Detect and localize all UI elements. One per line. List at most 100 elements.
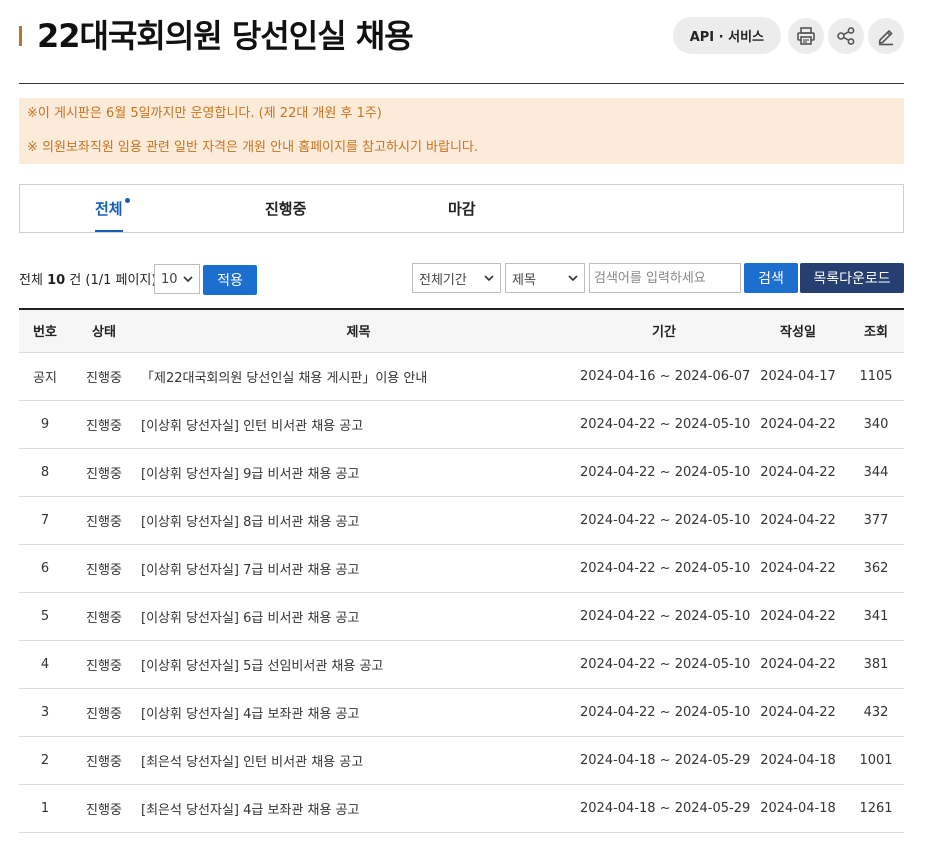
search-input[interactable] (589, 263, 741, 293)
notice-box: ※이 게시판은 6월 5일까지만 운영합니다. (제 22대 개원 후 1주) … (19, 98, 904, 164)
page-title: 22대국회의원 당선인실 채용 (37, 17, 414, 55)
cell-status: 진행중 (71, 352, 137, 401)
apply-button[interactable]: 적용 (203, 265, 257, 295)
cell-period: 2024-04-18 ~ 2024-05-29 (580, 784, 750, 833)
period-select[interactable]: 전체기간 (412, 263, 501, 293)
chevron-down-icon (484, 275, 494, 282)
title-accent-bar (19, 26, 22, 46)
cell-title-link[interactable]: [이상휘 당선자실] 7급 비서관 채용 공고 (137, 544, 580, 593)
table-row[interactable]: 7 진행중 [이상휘 당선자실] 8급 비서관 채용 공고 2024-04-22… (19, 496, 904, 545)
table-row[interactable]: 1 진행중 [최은석 당선자실] 4급 보좌관 채용 공고 2024-04-18… (19, 784, 904, 833)
cell-no: 2 (19, 736, 71, 785)
table-row[interactable]: 8 진행중 [이상휘 당선자실] 9급 비서관 채용 공고 2024-04-22… (19, 448, 904, 497)
cell-title-link[interactable]: [최은석 당선자실] 4급 보좌관 채용 공고 (137, 784, 580, 833)
cell-period: 2024-04-22 ~ 2024-05-10 (580, 448, 750, 497)
cell-status: 진행중 (71, 496, 137, 545)
cell-period: 2024-04-22 ~ 2024-05-10 (580, 544, 750, 593)
cell-date: 2024-04-22 (748, 448, 848, 497)
cell-date: 2024-04-22 (748, 544, 848, 593)
cell-date: 2024-04-22 (748, 640, 848, 689)
edit-icon (878, 29, 893, 45)
page-size-select[interactable]: 10 (154, 264, 200, 294)
table-row[interactable]: 6 진행중 [이상휘 당선자실] 7급 비서관 채용 공고 2024-04-22… (19, 544, 904, 593)
table-row[interactable]: 2 진행중 [최은석 당선자실] 인턴 비서관 채용 공고 2024-04-18… (19, 736, 904, 785)
page-size-value: 10 (161, 271, 178, 287)
cell-no: 공지 (19, 352, 71, 401)
cell-period: 2024-04-22 ~ 2024-05-10 (580, 688, 750, 737)
tab-label: 진행중 (265, 200, 307, 218)
cell-date: 2024-04-17 (748, 352, 848, 401)
cell-date: 2024-04-22 (748, 400, 848, 449)
total-count: 전체 10 건 (1/1 페이지) (19, 269, 156, 288)
col-header-date: 작성일 (748, 309, 848, 353)
cell-views: 341 (848, 592, 904, 641)
cell-status: 진행중 (71, 448, 137, 497)
cell-title-link[interactable]: [이상휘 당선자실] 4급 보좌관 채용 공고 (137, 688, 580, 737)
cell-views: 1105 (848, 352, 904, 401)
cell-date: 2024-04-22 (748, 592, 848, 641)
active-tab-underline (95, 230, 123, 232)
table-row[interactable]: 5 진행중 [이상휘 당선자실] 6급 비서관 채용 공고 2024-04-22… (19, 592, 904, 641)
cell-views: 362 (848, 544, 904, 593)
cell-title-link[interactable]: [이상휘 당선자실] 인턴 비서관 채용 공고 (137, 400, 580, 449)
table-row[interactable]: 4 진행중 [이상휘 당선자실] 5급 선임비서관 채용 공고 2024-04-… (19, 640, 904, 689)
list-download-button[interactable]: 목록다운로드 (800, 263, 904, 293)
table-row[interactable]: 공지 진행중 「제22대국회의원 당선인실 채용 게시판」이용 안내 2024-… (19, 352, 904, 401)
cell-title-link[interactable]: [이상휘 당선자실] 6급 비서관 채용 공고 (137, 592, 580, 641)
cell-status: 진행중 (71, 544, 137, 593)
col-header-no: 번호 (19, 309, 71, 353)
cell-date: 2024-04-22 (748, 688, 848, 737)
tab-in-progress[interactable]: 진행중 (265, 185, 306, 232)
notice-line: ※이 게시판은 6월 5일까지만 운영합니다. (제 22대 개원 후 1주) (27, 106, 382, 121)
cell-date: 2024-04-18 (748, 736, 848, 785)
share-button[interactable] (828, 17, 864, 54)
cell-period: 2024-04-18 ~ 2024-05-29 (580, 736, 750, 785)
chevron-down-icon (183, 276, 193, 283)
cell-title-link[interactable]: 「제22대국회의원 당선인실 채용 게시판」이용 안내 (137, 352, 580, 401)
cell-period: 2024-04-16 ~ 2024-06-07 (580, 352, 750, 401)
col-header-title: 제목 (137, 309, 580, 353)
api-service-button[interactable]: API · 서비스 (672, 17, 781, 54)
search-field-value: 제목 (512, 272, 536, 288)
status-tabs: 전체 진행중 마감 (19, 184, 904, 233)
table-row[interactable]: 9 진행중 [이상휘 당선자실] 인턴 비서관 채용 공고 2024-04-22… (19, 400, 904, 449)
cell-views: 381 (848, 640, 904, 689)
cell-views: 377 (848, 496, 904, 545)
col-header-period: 기간 (580, 309, 748, 353)
table-row[interactable]: 3 진행중 [이상휘 당선자실] 4급 보좌관 채용 공고 2024-04-22… (19, 688, 904, 737)
total-prefix: 전체 (19, 273, 43, 288)
edit-button[interactable] (868, 17, 904, 54)
cell-no: 5 (19, 592, 71, 641)
cell-date: 2024-04-22 (748, 496, 848, 545)
tab-closed[interactable]: 마감 (448, 185, 476, 232)
chevron-down-icon (568, 275, 578, 282)
cell-status: 진행중 (71, 640, 137, 689)
cell-title-link[interactable]: [이상휘 당선자실] 9급 비서관 채용 공고 (137, 448, 580, 497)
cell-title-link[interactable]: [이상휘 당선자실] 8급 비서관 채용 공고 (137, 496, 580, 545)
page-header: 22대국회의원 당선인실 채용 API · 서비스 (19, 12, 904, 84)
tab-label: 마감 (448, 200, 476, 218)
cell-status: 진행중 (71, 688, 137, 737)
print-icon (797, 26, 815, 45)
cell-views: 1001 (848, 736, 904, 785)
col-header-status: 상태 (71, 309, 137, 353)
cell-period: 2024-04-22 ~ 2024-05-10 (580, 640, 750, 689)
search-field-select[interactable]: 제목 (505, 263, 585, 293)
recruitment-board-table: 번호 상태 제목 기간 작성일 조회 공지 진행중 「제22대국회의원 당선인실… (19, 308, 904, 833)
search-button[interactable]: 검색 (744, 263, 798, 293)
cell-title-link[interactable]: [최은석 당선자실] 인턴 비서관 채용 공고 (137, 736, 580, 785)
cell-no: 3 (19, 688, 71, 737)
tab-all[interactable]: 전체 (95, 185, 130, 232)
active-dot-icon (124, 198, 130, 203)
header-actions: API · 서비스 (672, 17, 904, 54)
cell-no: 1 (19, 784, 71, 833)
cell-title-link[interactable]: [이상휘 당선자실] 5급 선임비서관 채용 공고 (137, 640, 580, 689)
print-button[interactable] (788, 17, 824, 54)
cell-status: 진행중 (71, 400, 137, 449)
cell-no: 4 (19, 640, 71, 689)
period-select-value: 전체기간 (419, 272, 467, 288)
col-header-views: 조회 (848, 309, 904, 353)
cell-views: 340 (848, 400, 904, 449)
cell-no: 9 (19, 400, 71, 449)
cell-views: 1261 (848, 784, 904, 833)
